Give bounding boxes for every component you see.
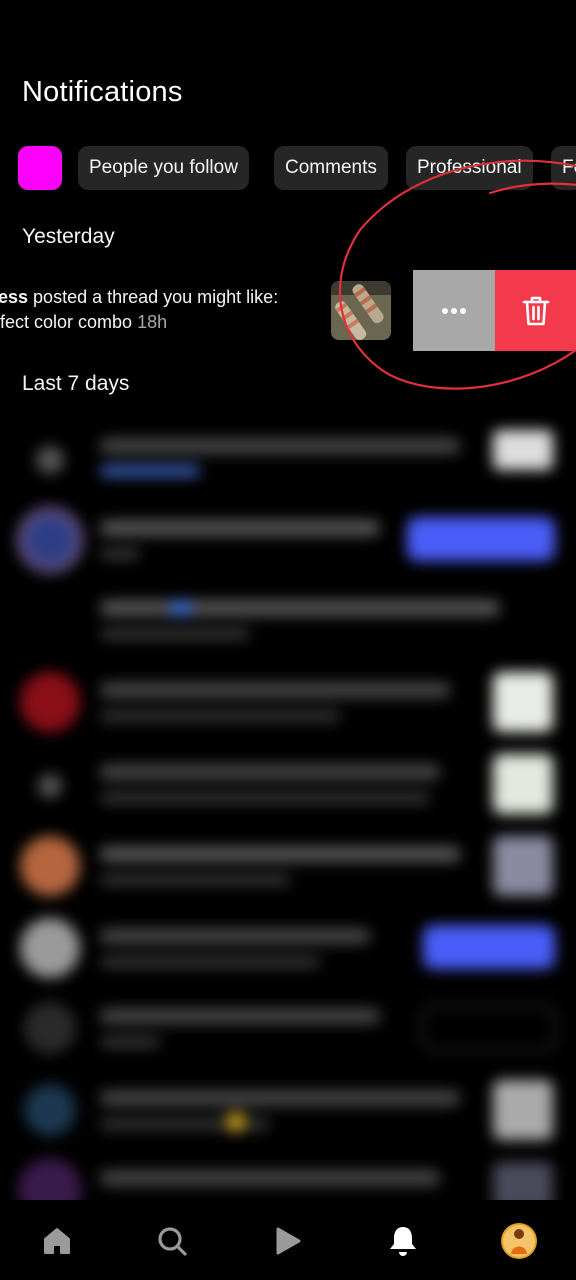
- reels-icon: [276, 1227, 301, 1255]
- section-header-yesterday: Yesterday: [22, 225, 115, 248]
- notifications-icon: [390, 1227, 416, 1256]
- nav-notifications[interactable]: [375, 1213, 431, 1269]
- more-horizontal-icon: [442, 307, 466, 314]
- filter-chip-people-you-follow[interactable]: People you follow: [78, 146, 249, 190]
- trash-icon: [522, 296, 549, 325]
- filter-chip-following[interactable]: Fo: [551, 146, 576, 190]
- delete-button[interactable]: [495, 270, 576, 351]
- filter-chip-professional[interactable]: Professional: [406, 146, 533, 190]
- filter-chip-all[interactable]: [18, 146, 62, 190]
- bottom-navigation: [0, 1200, 576, 1280]
- page-title: Notifications: [22, 76, 183, 108]
- nav-profile[interactable]: [491, 1213, 547, 1269]
- filter-chips: People you follow Comments Professional …: [18, 146, 576, 192]
- home-icon: [44, 1228, 70, 1254]
- notification-text[interactable]: ess posted a thread you might like: fect…: [0, 285, 320, 335]
- filter-chip-comments[interactable]: Comments: [274, 146, 388, 190]
- red-annotation-circle: [338, 159, 576, 390]
- more-options-button[interactable]: [413, 270, 495, 351]
- nav-home[interactable]: [29, 1213, 85, 1269]
- section-header-last-7-days: Last 7 days: [22, 372, 130, 395]
- notification-time: 18h: [137, 312, 168, 332]
- notification-thumbnail[interactable]: [331, 281, 391, 340]
- blurred-notification-list: [0, 410, 576, 1222]
- notification-username[interactable]: ess: [0, 287, 28, 307]
- search-icon: [158, 1227, 187, 1256]
- notification-thread-title: fect color combo: [0, 312, 133, 332]
- nav-search[interactable]: [144, 1213, 200, 1269]
- nav-reels[interactable]: [259, 1213, 315, 1269]
- profile-avatar: [501, 1223, 537, 1259]
- notification-message: posted a thread you might like:: [28, 287, 279, 307]
